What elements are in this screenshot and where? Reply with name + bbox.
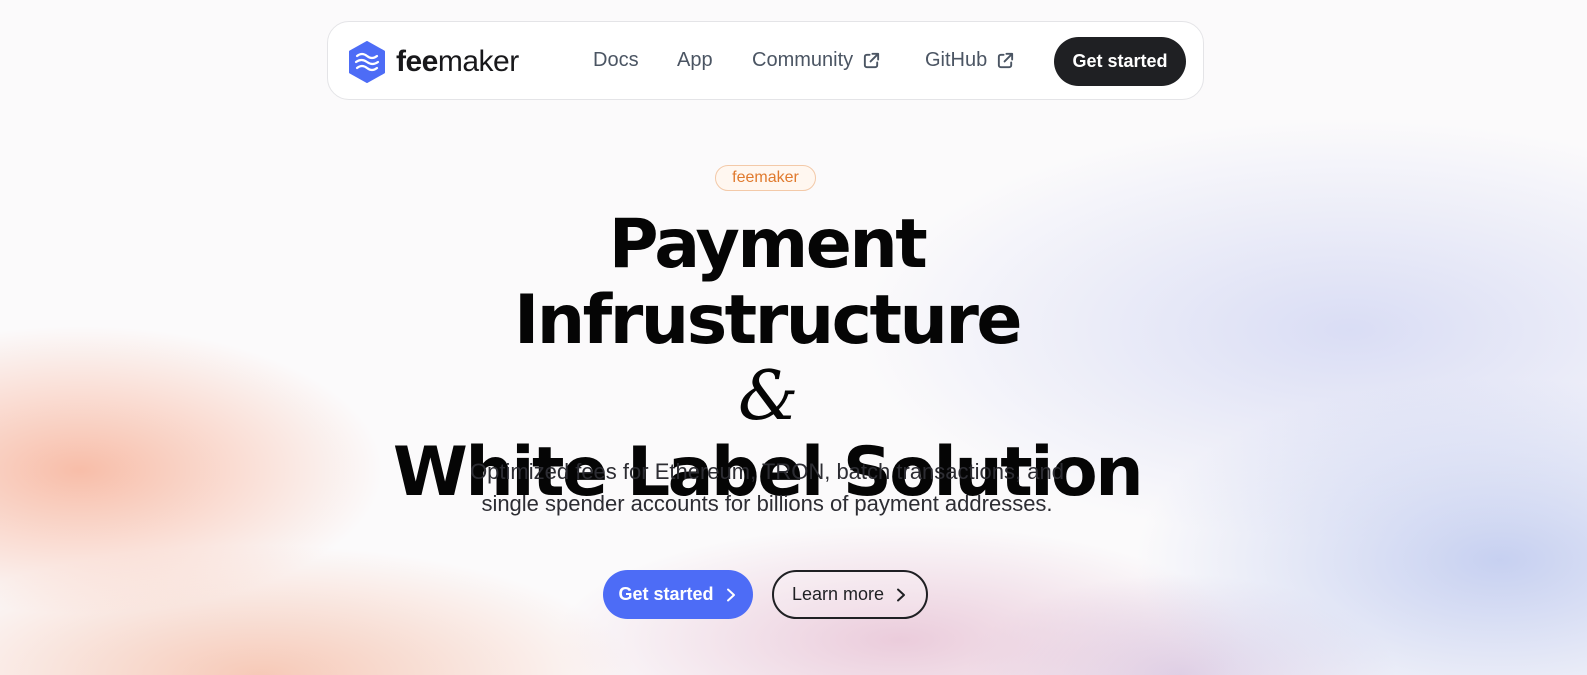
nav-link-label: App bbox=[677, 49, 713, 71]
nav-link-label: Docs bbox=[593, 49, 639, 71]
top-navbar: feemaker Docs App Community GitHub Get s… bbox=[327, 21, 1204, 100]
hero-subtitle-line-1: Optimized fees for Ethereum, TRON, batch… bbox=[470, 459, 1064, 484]
hero-title-line-1: Payment bbox=[608, 205, 928, 284]
nav-link-app[interactable]: App bbox=[677, 49, 713, 72]
external-link-icon bbox=[998, 52, 1014, 69]
nav-get-started-button[interactable]: Get started bbox=[1054, 37, 1186, 86]
hero-subtitle: Optimized fees for Ethereum, TRON, batch… bbox=[0, 456, 1534, 520]
nav-link-community[interactable]: Community bbox=[752, 49, 881, 72]
button-label: Learn more bbox=[791, 584, 885, 604]
button-label: Get started bbox=[618, 584, 714, 604]
hero-get-started-button[interactable]: Get started bbox=[603, 570, 753, 619]
brand-logo[interactable]: feemaker bbox=[347, 41, 519, 83]
nav-link-label: Community bbox=[752, 49, 854, 71]
chevron-right-icon bbox=[726, 588, 735, 601]
hero-title-ampersand: & bbox=[737, 357, 799, 436]
brand-name: feemaker bbox=[396, 45, 519, 79]
brand-name-light: maker bbox=[437, 45, 519, 78]
nav-link-docs[interactable]: Docs bbox=[593, 49, 639, 72]
brand-name-bold: fee bbox=[396, 45, 438, 78]
nav-link-github[interactable]: GitHub bbox=[925, 49, 1015, 72]
external-link-icon bbox=[864, 52, 880, 69]
nav-link-label: GitHub bbox=[925, 49, 988, 71]
hero-badge: feemaker bbox=[715, 165, 816, 191]
hero-title-word: Infrustructure bbox=[513, 281, 1023, 360]
hero-title-line-2: Infrustructure & bbox=[0, 283, 1534, 435]
chevron-right-icon bbox=[897, 588, 906, 601]
hexagon-waves-logo-icon bbox=[349, 41, 385, 83]
hero-learn-more-button[interactable]: Learn more bbox=[772, 570, 928, 619]
hero-subtitle-line-2: single spender accounts for billions of … bbox=[481, 491, 1053, 516]
